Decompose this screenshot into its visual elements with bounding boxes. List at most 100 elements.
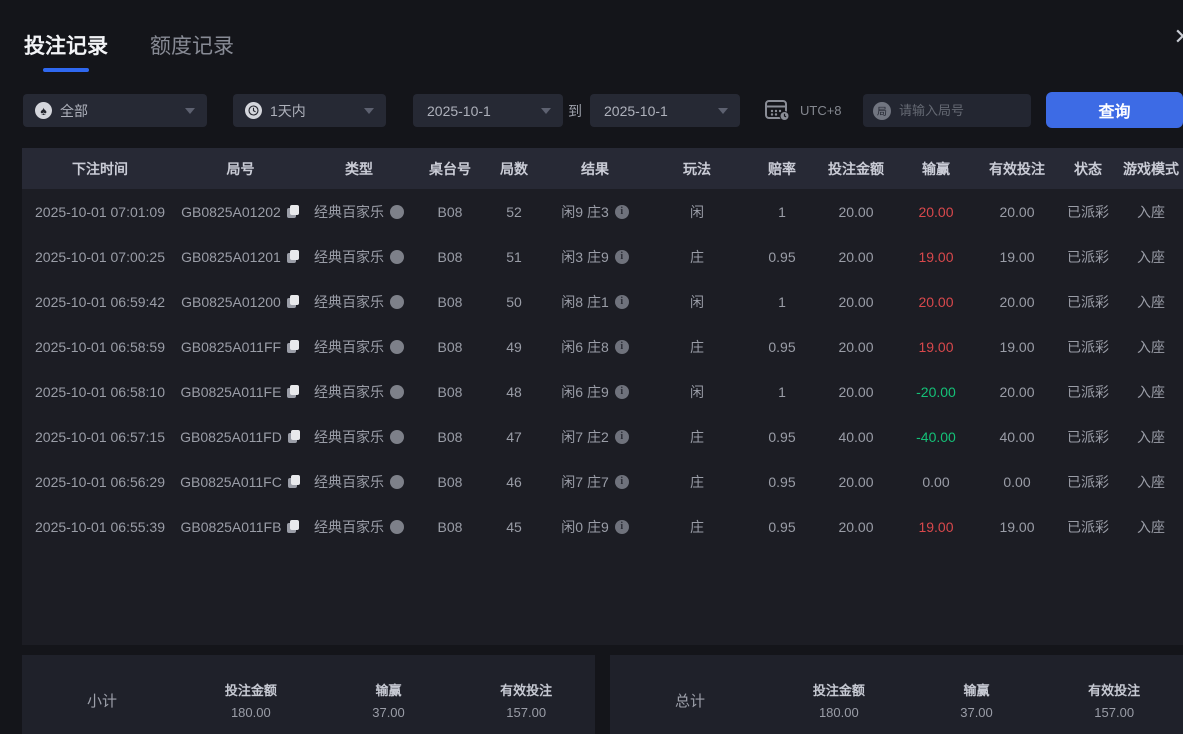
cell-round-id: GB0825A01201 (178, 234, 303, 279)
cell-valid-bet: 0.00 (977, 459, 1057, 504)
copy-icon[interactable] (288, 430, 301, 444)
cell-status: 已派彩 (1057, 324, 1119, 369)
date-from-dropdown[interactable]: 2025-10-1 (413, 94, 563, 127)
total-win-loss: 输赢 37.00 (908, 680, 1046, 720)
info-icon[interactable]: i (615, 295, 629, 309)
table-row: 2025-10-01 07:00:25 GB0825A01201 经典百家乐 B… (22, 234, 1183, 279)
date-to-dropdown[interactable]: 2025-10-1 (590, 94, 740, 127)
copy-icon[interactable] (287, 250, 300, 264)
col-header-status: 状态 (1057, 148, 1119, 189)
copy-icon[interactable] (287, 520, 300, 534)
cell-result: 闲8 庄1 i (543, 279, 647, 324)
col-header-valid-bet: 有效投注 (977, 148, 1057, 189)
copy-icon[interactable] (287, 205, 300, 219)
col-header-round-no: 局数 (485, 148, 543, 189)
cell-win-loss: 0.00 (895, 459, 977, 504)
spade-icon: ♠ (35, 102, 52, 119)
tab-bar: 投注记录 额度记录 (24, 30, 234, 70)
table-row: 2025-10-01 06:58:10 GB0825A011FE 经典百家乐 B… (22, 369, 1183, 414)
info-icon[interactable]: i (615, 250, 629, 264)
cell-odds: 0.95 (747, 234, 817, 279)
cell-round-no: 46 (485, 459, 543, 504)
cell-game-type: 经典百家乐 (303, 234, 415, 279)
cell-status: 已派彩 (1057, 369, 1119, 414)
table-row: 2025-10-01 06:58:59 GB0825A011FF 经典百家乐 B… (22, 324, 1183, 369)
tab-bet-records[interactable]: 投注记录 (24, 30, 108, 70)
filter-bar: ♠ 全部 1天内 2025-10-1 到 2025-10-1 (0, 94, 1183, 127)
round-search-input[interactable] (899, 103, 1014, 118)
cell-table-no: B08 (415, 234, 485, 279)
cell-bet-time: 2025-10-01 06:57:15 (22, 414, 178, 459)
copy-icon[interactable] (288, 475, 301, 489)
chevron-down-icon (364, 108, 374, 114)
subtotal-valid-bet: 有效投注 157.00 (457, 680, 595, 720)
copy-icon[interactable] (287, 385, 300, 399)
close-icon[interactable]: ✕ (1174, 24, 1183, 50)
cell-valid-bet: 19.00 (977, 324, 1057, 369)
cell-table-no: B08 (415, 369, 485, 414)
replay-icon[interactable] (390, 430, 404, 444)
chevron-down-icon (541, 108, 551, 114)
cell-round-no: 45 (485, 504, 543, 549)
info-icon[interactable]: i (615, 385, 629, 399)
cell-win-loss: 19.00 (895, 324, 977, 369)
cell-odds: 1 (747, 369, 817, 414)
info-icon[interactable]: i (615, 205, 629, 219)
cell-round-id: GB0825A01200 (178, 279, 303, 324)
subtotal-label: 小计 (22, 690, 182, 711)
replay-icon[interactable] (390, 295, 404, 309)
cell-round-no: 49 (485, 324, 543, 369)
bet-records-table: 下注时间 局号 类型 桌台号 局数 结果 玩法 赔率 投注金额 输赢 有效投注 … (22, 148, 1183, 645)
col-header-win-loss: 输赢 (895, 148, 977, 189)
clock-icon (245, 102, 262, 119)
replay-icon[interactable] (390, 340, 404, 354)
cell-play: 庄 (647, 234, 747, 279)
table-row: 2025-10-01 07:01:09 GB0825A01202 经典百家乐 B… (22, 189, 1183, 234)
replay-icon[interactable] (390, 250, 404, 264)
col-header-round-id: 局号 (178, 148, 303, 189)
replay-icon[interactable] (390, 520, 404, 534)
info-icon[interactable]: i (615, 475, 629, 489)
cell-win-loss: 19.00 (895, 234, 977, 279)
game-type-value: 全部 (60, 101, 88, 121)
replay-icon[interactable] (390, 475, 404, 489)
cell-bet-amount: 20.00 (817, 324, 895, 369)
cell-game-mode: 入座 (1119, 504, 1183, 549)
cell-round-no: 51 (485, 234, 543, 279)
cell-round-id: GB0825A011FF (178, 324, 303, 369)
chevron-down-icon (718, 108, 728, 114)
col-header-result: 结果 (543, 148, 647, 189)
replay-icon[interactable] (390, 205, 404, 219)
cell-table-no: B08 (415, 189, 485, 234)
tab-quota-records[interactable]: 额度记录 (150, 30, 234, 70)
time-range-dropdown[interactable]: 1天内 (233, 94, 386, 127)
cell-valid-bet: 20.00 (977, 189, 1057, 234)
cell-win-loss: -20.00 (895, 369, 977, 414)
cell-result: 闲9 庄3 i (543, 189, 647, 234)
col-header-play: 玩法 (647, 148, 747, 189)
info-icon[interactable]: i (615, 430, 629, 444)
cell-game-type: 经典百家乐 (303, 414, 415, 459)
cell-game-type: 经典百家乐 (303, 459, 415, 504)
cell-odds: 0.95 (747, 459, 817, 504)
cell-table-no: B08 (415, 504, 485, 549)
cell-round-id: GB0825A011FB (178, 504, 303, 549)
copy-icon[interactable] (287, 340, 300, 354)
info-icon[interactable]: i (615, 520, 629, 534)
info-icon[interactable]: i (615, 340, 629, 354)
round-id-icon: 局 (873, 102, 891, 120)
cell-game-mode: 入座 (1119, 234, 1183, 279)
cell-game-mode: 入座 (1119, 459, 1183, 504)
query-button[interactable]: 查询 (1046, 92, 1183, 128)
subtotal-win-loss: 输赢 37.00 (320, 680, 458, 720)
cell-bet-time: 2025-10-01 06:58:59 (22, 324, 178, 369)
copy-icon[interactable] (287, 295, 300, 309)
cell-table-no: B08 (415, 324, 485, 369)
cell-table-no: B08 (415, 279, 485, 324)
replay-icon[interactable] (390, 385, 404, 399)
cell-game-type: 经典百家乐 (303, 369, 415, 414)
col-header-game-type: 类型 (303, 148, 415, 189)
cell-game-mode: 入座 (1119, 369, 1183, 414)
cell-round-id: GB0825A01202 (178, 189, 303, 234)
game-type-dropdown[interactable]: ♠ 全部 (23, 94, 207, 127)
